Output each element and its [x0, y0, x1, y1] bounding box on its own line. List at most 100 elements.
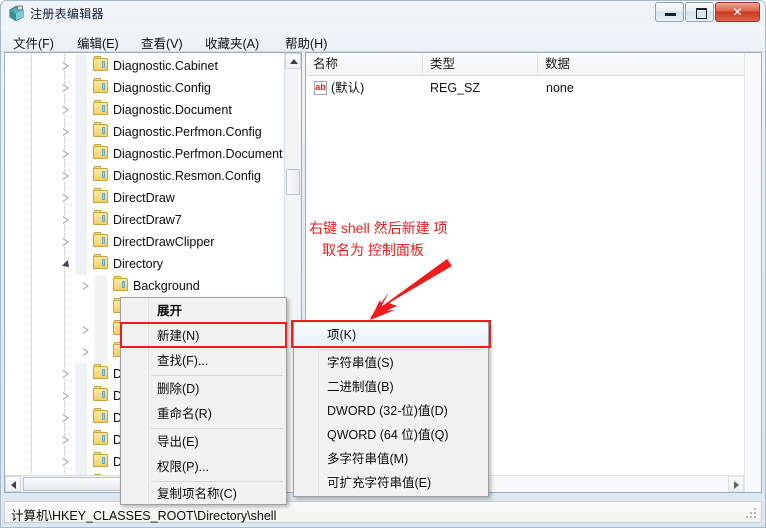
tree-expander-collapsed-icon[interactable] — [59, 165, 75, 187]
minimize-button[interactable] — [655, 2, 684, 22]
submenu-item-qword-value[interactable]: QWORD (64 位)值(Q) — [294, 423, 488, 447]
tree-expander-collapsed-icon[interactable] — [59, 363, 75, 385]
context-menu[interactable]: 展开 新建(N) 查找(F)... 删除(D) 重命名(R) 导出(E) 权限(… — [120, 297, 287, 505]
tree-item[interactable]: Diagnostic.Config — [5, 77, 281, 99]
scroll-left-button[interactable] — [5, 476, 21, 492]
folder-icon — [93, 364, 109, 380]
column-header-type[interactable]: 类型 — [423, 53, 538, 75]
tree-item-label-wrap: Directory — [113, 253, 163, 275]
tree-item[interactable]: Diagnostic.Perfmon.Config — [5, 121, 281, 143]
tree-item[interactable]: Diagnostic.Document — [5, 99, 281, 121]
context-menu-item-copy-key-name[interactable]: 复制项名称(C) — [121, 482, 286, 507]
tree-expander-collapsed-icon[interactable] — [79, 319, 95, 341]
submenu-item-key[interactable]: 项(K) — [294, 323, 488, 347]
tree-item[interactable]: Background — [5, 275, 281, 297]
folder-icon — [93, 452, 109, 468]
tree-expander-collapsed-icon[interactable] — [59, 209, 75, 231]
folder-icon — [93, 122, 109, 138]
close-button[interactable]: ✕ — [715, 2, 760, 22]
column-header-name[interactable]: 名称 — [306, 53, 423, 75]
submenu-item-multi-string-value[interactable]: 多字符串值(M) — [294, 447, 488, 471]
registry-editor-window: 注册表编辑器 ✕ 文件(F) 编辑(E) 查看(V) 收藏夹(A) 帮助(H) … — [0, 0, 766, 528]
resize-grip-icon[interactable] — [746, 508, 758, 520]
triangle-left-icon — [11, 481, 16, 489]
tree-expander-expanded-icon[interactable] — [59, 253, 75, 275]
menu-edit[interactable]: 编辑(E) — [73, 31, 123, 54]
tree-item-label-wrap: Diagnostic.Resmon.Config — [113, 165, 261, 187]
tree-item-label: DirectDrawClipper — [113, 235, 215, 249]
tree-expander-collapsed-icon[interactable] — [59, 407, 75, 429]
tree-item-label-wrap: DirectDraw7 — [113, 209, 182, 231]
tree-item-label: Diagnostic.Perfmon.Config — [113, 125, 262, 139]
tree-connector — [75, 407, 87, 429]
context-menu-item-permissions[interactable]: 权限(P)... — [121, 455, 286, 480]
scroll-right-button[interactable] — [728, 476, 744, 492]
tree-expander-collapsed-icon[interactable] — [59, 231, 75, 253]
tree-expander-collapsed-icon[interactable] — [59, 187, 75, 209]
tree-expander-collapsed-icon[interactable] — [79, 341, 95, 363]
menu-favorites[interactable]: 收藏夹(A) — [201, 31, 263, 54]
tree-connector — [95, 319, 107, 341]
tree-connector — [75, 121, 87, 143]
tree-expander-collapsed-icon[interactable] — [59, 429, 75, 451]
string-value-icon — [314, 81, 327, 95]
tree-item-label: Diagnostic.Cabinet — [113, 59, 218, 73]
tree-item[interactable]: Diagnostic.Perfmon.Document — [5, 143, 283, 165]
submenu-item-string-value[interactable]: 字符串值(S) — [294, 351, 488, 375]
context-menu-item-delete[interactable]: 删除(D) — [121, 377, 286, 402]
column-header-data[interactable]: 数据 — [538, 53, 728, 75]
folder-icon — [113, 276, 129, 292]
tree-item-label-wrap: Diagnostic.Perfmon.Config — [113, 121, 262, 143]
tree-expander-collapsed-icon[interactable] — [59, 385, 75, 407]
title-bar[interactable]: 注册表编辑器 ✕ — [0, 0, 764, 27]
tree-connector — [75, 165, 87, 187]
value-type-cell: REG_SZ — [430, 81, 481, 95]
window-title: 注册表编辑器 — [30, 7, 104, 21]
context-menu-item-rename[interactable]: 重命名(R) — [121, 402, 286, 427]
registry-editor-icon — [9, 5, 24, 22]
context-menu-item-find[interactable]: 查找(F)... — [121, 349, 286, 374]
tree-expander-collapsed-icon[interactable] — [59, 143, 75, 165]
context-menu-item-new[interactable]: 新建(N) — [121, 324, 286, 349]
tree-item-label: Diagnostic.Resmon.Config — [113, 169, 261, 183]
submenu-item-binary-value[interactable]: 二进制值(B) — [294, 375, 488, 399]
tree-item[interactable]: DirectDraw7 — [5, 209, 281, 231]
tree-connector — [75, 55, 87, 77]
tree-item-label-wrap: Diagnostic.Document — [113, 99, 232, 121]
folder-icon — [93, 386, 109, 402]
maximize-button[interactable] — [685, 2, 714, 22]
values-vertical-scrollbar[interactable] — [744, 53, 761, 492]
folder-icon — [93, 232, 109, 248]
new-submenu[interactable]: 项(K) 字符串值(S) 二进制值(B) DWORD (32-位)值(D) QW… — [293, 321, 489, 497]
scroll-up-button[interactable] — [285, 53, 301, 69]
submenu-item-dword-value[interactable]: DWORD (32-位)值(D) — [294, 399, 488, 423]
folder-icon — [93, 56, 109, 72]
menu-file[interactable]: 文件(F) — [9, 31, 58, 54]
context-menu-item-expand[interactable]: 展开 — [121, 299, 286, 324]
menu-bar: 文件(F) 编辑(E) 查看(V) 收藏夹(A) 帮助(H) — [1, 27, 765, 52]
tree-connector — [75, 77, 87, 99]
folder-icon — [93, 144, 109, 160]
tree-expander-collapsed-icon[interactable] — [59, 55, 75, 77]
folder-icon — [93, 210, 109, 226]
annotation-line-2: 取名为 控制面板 — [322, 242, 424, 258]
submenu-item-expandable-string-value[interactable]: 可扩充字符串值(E) — [294, 471, 488, 495]
tree-scroll-thumb[interactable] — [286, 169, 300, 195]
tree-item[interactable]: DirectDraw — [5, 187, 281, 209]
tree-expander-collapsed-icon[interactable] — [59, 77, 75, 99]
tree-expander-collapsed-icon[interactable] — [59, 99, 75, 121]
tree-expander-collapsed-icon[interactable] — [59, 451, 75, 473]
tree-item-label: Diagnostic.Config — [113, 81, 211, 95]
tree-expander-collapsed-icon[interactable] — [59, 121, 75, 143]
tree-item[interactable]: DirectDrawClipper — [5, 231, 281, 253]
tree-item[interactable]: Diagnostic.Resmon.Config — [5, 165, 281, 187]
tree-item[interactable]: Directory — [5, 253, 281, 275]
folder-icon — [93, 254, 109, 270]
tree-item-label: DirectDraw7 — [113, 213, 182, 227]
menu-help[interactable]: 帮助(H) — [281, 31, 331, 54]
tree-item-label: DirectDraw — [113, 191, 175, 205]
context-menu-item-export[interactable]: 导出(E) — [121, 430, 286, 455]
tree-item[interactable]: Diagnostic.Cabinet — [5, 55, 281, 77]
menu-view[interactable]: 查看(V) — [137, 31, 187, 54]
tree-expander-collapsed-icon[interactable] — [79, 275, 95, 297]
